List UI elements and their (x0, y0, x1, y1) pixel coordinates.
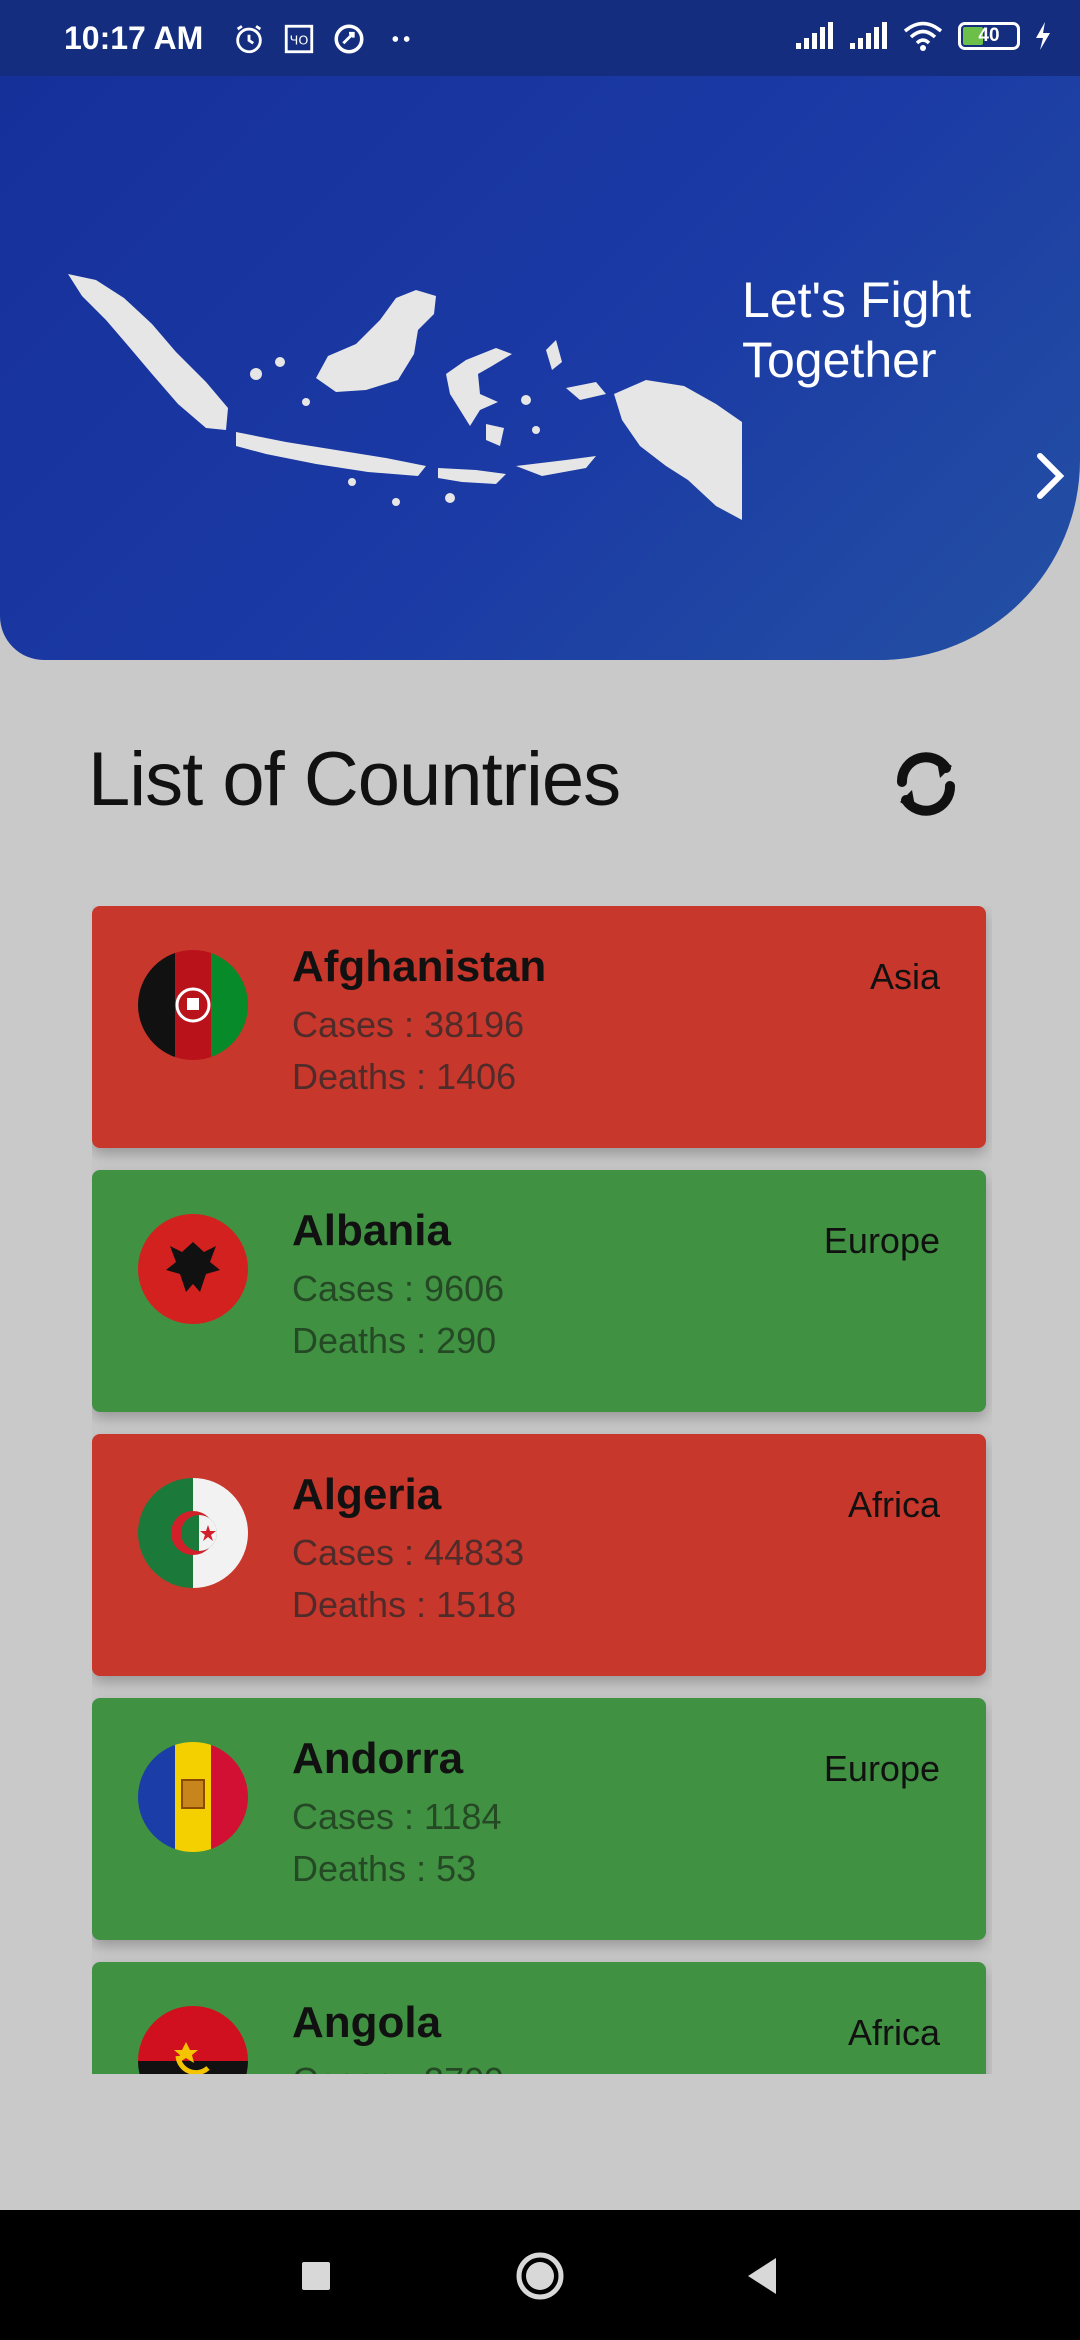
country-region: Africa (847, 1484, 940, 1525)
country-name: Andorra (292, 1734, 464, 1783)
list-item[interactable]: Afghanistan Cases : 38196 Deaths : 1406 … (92, 906, 986, 1148)
refresh-icon[interactable] (888, 746, 964, 822)
status-time: 10:17 AM (64, 20, 204, 56)
alarm-icon (236, 25, 262, 54)
list-item[interactable]: Albania Cases : 9606 Deaths : 290 Europe (92, 1170, 986, 1412)
albania-flag-icon (138, 1214, 248, 1324)
country-deaths: Deaths : 290 (292, 1320, 497, 1361)
country-region: Europe (823, 1220, 940, 1261)
home-icon[interactable] (512, 2248, 568, 2304)
andorra-flag-icon (138, 1742, 248, 1852)
country-region: Asia (869, 956, 940, 997)
country-region: Africa (847, 2012, 940, 2053)
country-region: Europe (823, 1748, 940, 1789)
banner-title: Let's Fight Together (742, 272, 972, 388)
status-bar: 10:17 AM ЧО 40 (0, 0, 1080, 76)
header-banner: Let's Fight Together (0, 76, 1080, 660)
country-deaths: Deaths : 53 (292, 1848, 477, 1889)
svg-text:ЧО: ЧО (290, 34, 309, 49)
signal-icon (850, 22, 887, 49)
country-cases: Cases : 44833 (292, 1532, 525, 1573)
country-deaths: Deaths : 1518 (292, 1584, 517, 1625)
wifi-icon (903, 21, 943, 51)
back-icon[interactable] (736, 2248, 792, 2304)
section-title: List of Countries (88, 737, 621, 822)
sim-icon: ЧО (284, 24, 314, 54)
country-cases: Cases : 9606 (292, 1268, 505, 1309)
country-name: Afghanistan (292, 942, 547, 991)
signal-icon (796, 22, 833, 49)
afghanistan-flag-icon (138, 950, 248, 1060)
chevron-right-icon[interactable] (1030, 448, 1070, 504)
indonesia-map-icon (68, 274, 742, 520)
battery-icon: 40 (958, 22, 1020, 50)
country-name: Angola (292, 1998, 442, 2047)
charging-icon (1036, 22, 1050, 50)
countries-list[interactable]: Afghanistan Cases : 38196 Deaths : 1406 … (92, 906, 992, 2074)
country-deaths: Deaths : 1406 (292, 1056, 517, 1097)
list-item[interactable]: Angola Cases : 3709 Africa (92, 1962, 986, 2074)
angola-flag-icon (138, 2006, 248, 2074)
country-name: Albania (292, 1206, 451, 1255)
recents-icon[interactable] (288, 2248, 344, 2304)
sync-icon (334, 24, 364, 54)
dots-icon (392, 36, 410, 42)
list-item[interactable]: Algeria Cases : 44833 Deaths : 1518 Afri… (92, 1434, 986, 1676)
country-cases: Cases : 1184 (292, 1796, 502, 1837)
list-item[interactable]: Andorra Cases : 1184 Deaths : 53 Europe (92, 1698, 986, 1940)
status-right: 40 (794, 20, 1052, 52)
country-cases: Cases : 38196 (292, 1004, 525, 1045)
algeria-flag-icon (138, 1478, 248, 1588)
navigation-bar (0, 2210, 1080, 2340)
country-cases: Cases : 3709 (292, 2060, 504, 2074)
country-name: Algeria (292, 1470, 442, 1519)
